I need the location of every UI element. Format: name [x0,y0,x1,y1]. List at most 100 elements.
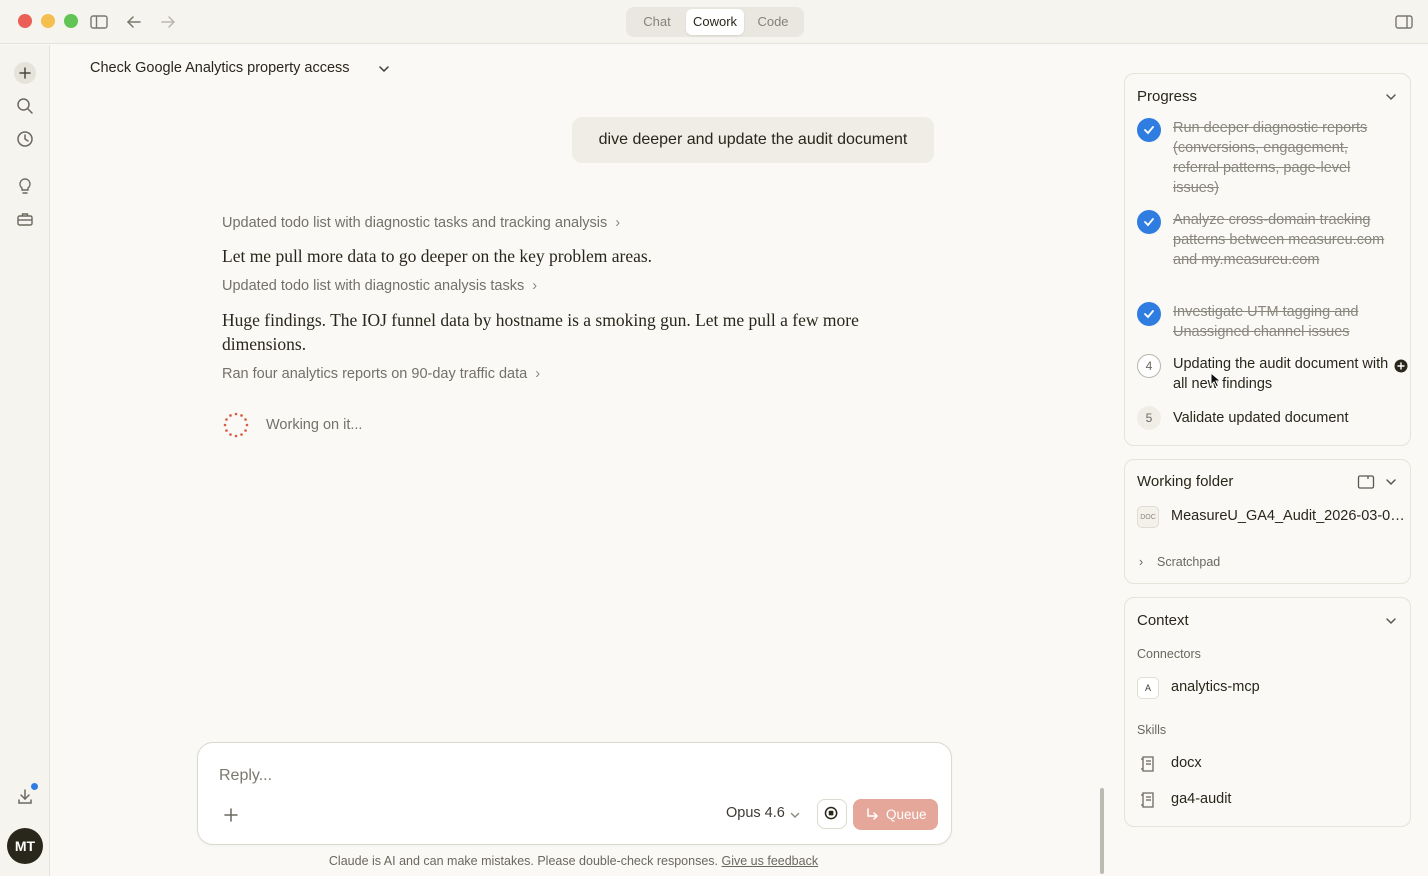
status-text: Working on it... [266,417,363,433]
progress-item-label: Validate updated document [1173,410,1349,426]
working-folder-title: Working folder [1137,473,1234,490]
assistant-message: Let me pull more data to go deeper on th… [222,246,653,266]
spinner-dot [225,429,228,432]
model-selector[interactable]: Opus 4.6 [726,805,785,821]
chevron-down-icon[interactable] [789,808,801,820]
progress-item: 5 Validate updated document [1137,406,1405,430]
tool-step-label: Updated todo list with diagnostic analys… [222,278,525,294]
chevron-down-icon[interactable] [377,62,391,76]
chevron-right-icon: › [615,215,621,231]
spinner-dot [245,423,249,427]
skills-label: Skills [1137,723,1167,737]
stop-button[interactable] [817,799,847,829]
back-arrow-icon[interactable] [124,12,144,32]
spinner-dot [225,418,228,421]
step-number: 5 [1137,406,1161,430]
progress-item-label: Analyze cross-domain tracking patterns b… [1173,212,1385,268]
queue-label: Queue [886,807,927,822]
tab-code[interactable]: Code [744,9,802,35]
file-item[interactable]: DOC MeasureU_GA4_Audit_2026-03-09.docx [1137,506,1407,530]
download-icon[interactable] [15,787,35,807]
progress-item: Run deeper diagnostic reports (conversio… [1137,118,1405,198]
minimize-window-button[interactable] [41,14,55,28]
history-clock-icon[interactable] [15,129,35,149]
stop-icon [824,806,838,820]
tool-step-label: Updated todo list with diagnostic tasks … [222,215,608,231]
context-panel: Context Connectors A analytics-mcp Skill… [1124,597,1411,827]
progress-item-label: Investigate UTM tagging and Unassigned c… [1173,304,1359,340]
tool-step[interactable]: Updated todo list with diagnostic tasks … [222,215,620,231]
disclaimer-text: Claude is AI and can make mistakes. Plea… [328,854,719,868]
analytics-connector-icon: A [1137,677,1159,699]
toolbox-icon[interactable] [15,209,35,229]
user-message: dive deeper and update the audit documen… [572,117,934,163]
spinner-dot [240,414,243,417]
scratchpad-label: Scratchpad [1157,555,1221,569]
progress-item: Analyze cross-domain tracking patterns b… [1137,210,1405,290]
chevron-down-icon[interactable] [1384,90,1398,104]
feedback-link[interactable]: Give us feedback [722,854,819,868]
skill-name: ga4-audit [1171,791,1232,807]
skill-item[interactable]: docx [1137,753,1407,777]
context-title: Context [1137,612,1189,629]
chevron-down-icon[interactable] [1384,475,1398,489]
close-window-button[interactable] [18,14,32,28]
working-folder-panel: Working folder DOC MeasureU_GA4_Audit_20… [1124,459,1411,584]
assistant-message: Huge findings. The IOJ funnel data by ho… [222,310,859,354]
file-name: MeasureU_GA4_Audit_2026-03-09.docx [1171,508,1407,524]
tool-step[interactable]: Updated todo list with diagnostic analys… [222,278,537,294]
skill-scroll-icon [1137,789,1159,811]
mode-tabs: Chat Cowork Code [626,7,804,37]
spinner-dot [244,429,247,432]
chevron-down-icon[interactable] [1384,614,1398,628]
add-attachment-icon[interactable] [222,806,240,824]
tab-chat[interactable]: Chat [628,9,686,35]
skill-item[interactable]: ga4-audit [1137,789,1407,813]
progress-item-current: 4 Updating the audit document with all n… [1137,354,1408,394]
chevron-right-icon: › [1139,555,1144,569]
new-task-icon[interactable] [14,62,36,84]
step-number: 4 [1137,354,1161,378]
loading-spinner-icon [223,412,249,438]
tool-step[interactable]: Ran four analytics reports on 90-day tra… [222,366,540,382]
scrollbar[interactable] [1100,788,1104,874]
zoom-window-button[interactable] [64,14,78,28]
spinner-dot [244,418,247,421]
tool-step-label: Ran four analytics reports on 90-day tra… [222,366,528,382]
tab-cowork[interactable]: Cowork [686,9,744,35]
spinner-dot [229,433,232,436]
right-panel-toggle-icon[interactable] [1394,12,1414,32]
scratchpad-toggle[interactable]: › Scratchpad [1139,555,1220,569]
progress-panel: Progress Run deeper diagnostic reports (… [1124,73,1411,446]
progress-title: Progress [1137,88,1198,105]
connector-item[interactable]: A analytics-mcp [1137,677,1407,701]
connectors-label: Connectors [1137,647,1201,661]
progress-item: Investigate UTM tagging and Unassigned c… [1137,302,1405,342]
forward-arrow-icon[interactable] [158,12,178,32]
notification-dot [31,783,38,790]
progress-item-label: Updating the audit document with all new… [1173,356,1389,392]
left-rail: MT [0,45,50,876]
open-folder-icon[interactable] [1357,474,1375,490]
spinner-dot [234,412,238,416]
spinner-dot [223,423,227,427]
connector-name: analytics-mcp [1171,679,1260,695]
progress-item-label: Run deeper diagnostic reports (conversio… [1173,120,1368,196]
spinner-dot [240,433,243,436]
add-comment-icon[interactable] [1394,359,1408,373]
title-bar: Chat Cowork Code [0,0,1428,44]
spinner-dot [234,434,238,438]
sidebar-toggle-icon[interactable] [89,12,109,32]
reply-input[interactable]: Reply... [219,767,272,785]
skill-scroll-icon [1137,753,1159,775]
search-icon[interactable] [15,96,35,116]
spinner-dot [229,414,232,417]
skill-name: docx [1171,755,1202,771]
document-icon: DOC [1137,506,1159,528]
lightbulb-icon[interactable] [15,176,35,196]
page-title[interactable]: Check Google Analytics property access [90,60,350,76]
queue-button[interactable]: Queue [853,799,938,830]
reply-composer[interactable]: Reply... Opus 4.6 Queue [197,742,952,845]
check-circle-icon [1137,210,1161,234]
check-circle-icon [1137,302,1161,326]
